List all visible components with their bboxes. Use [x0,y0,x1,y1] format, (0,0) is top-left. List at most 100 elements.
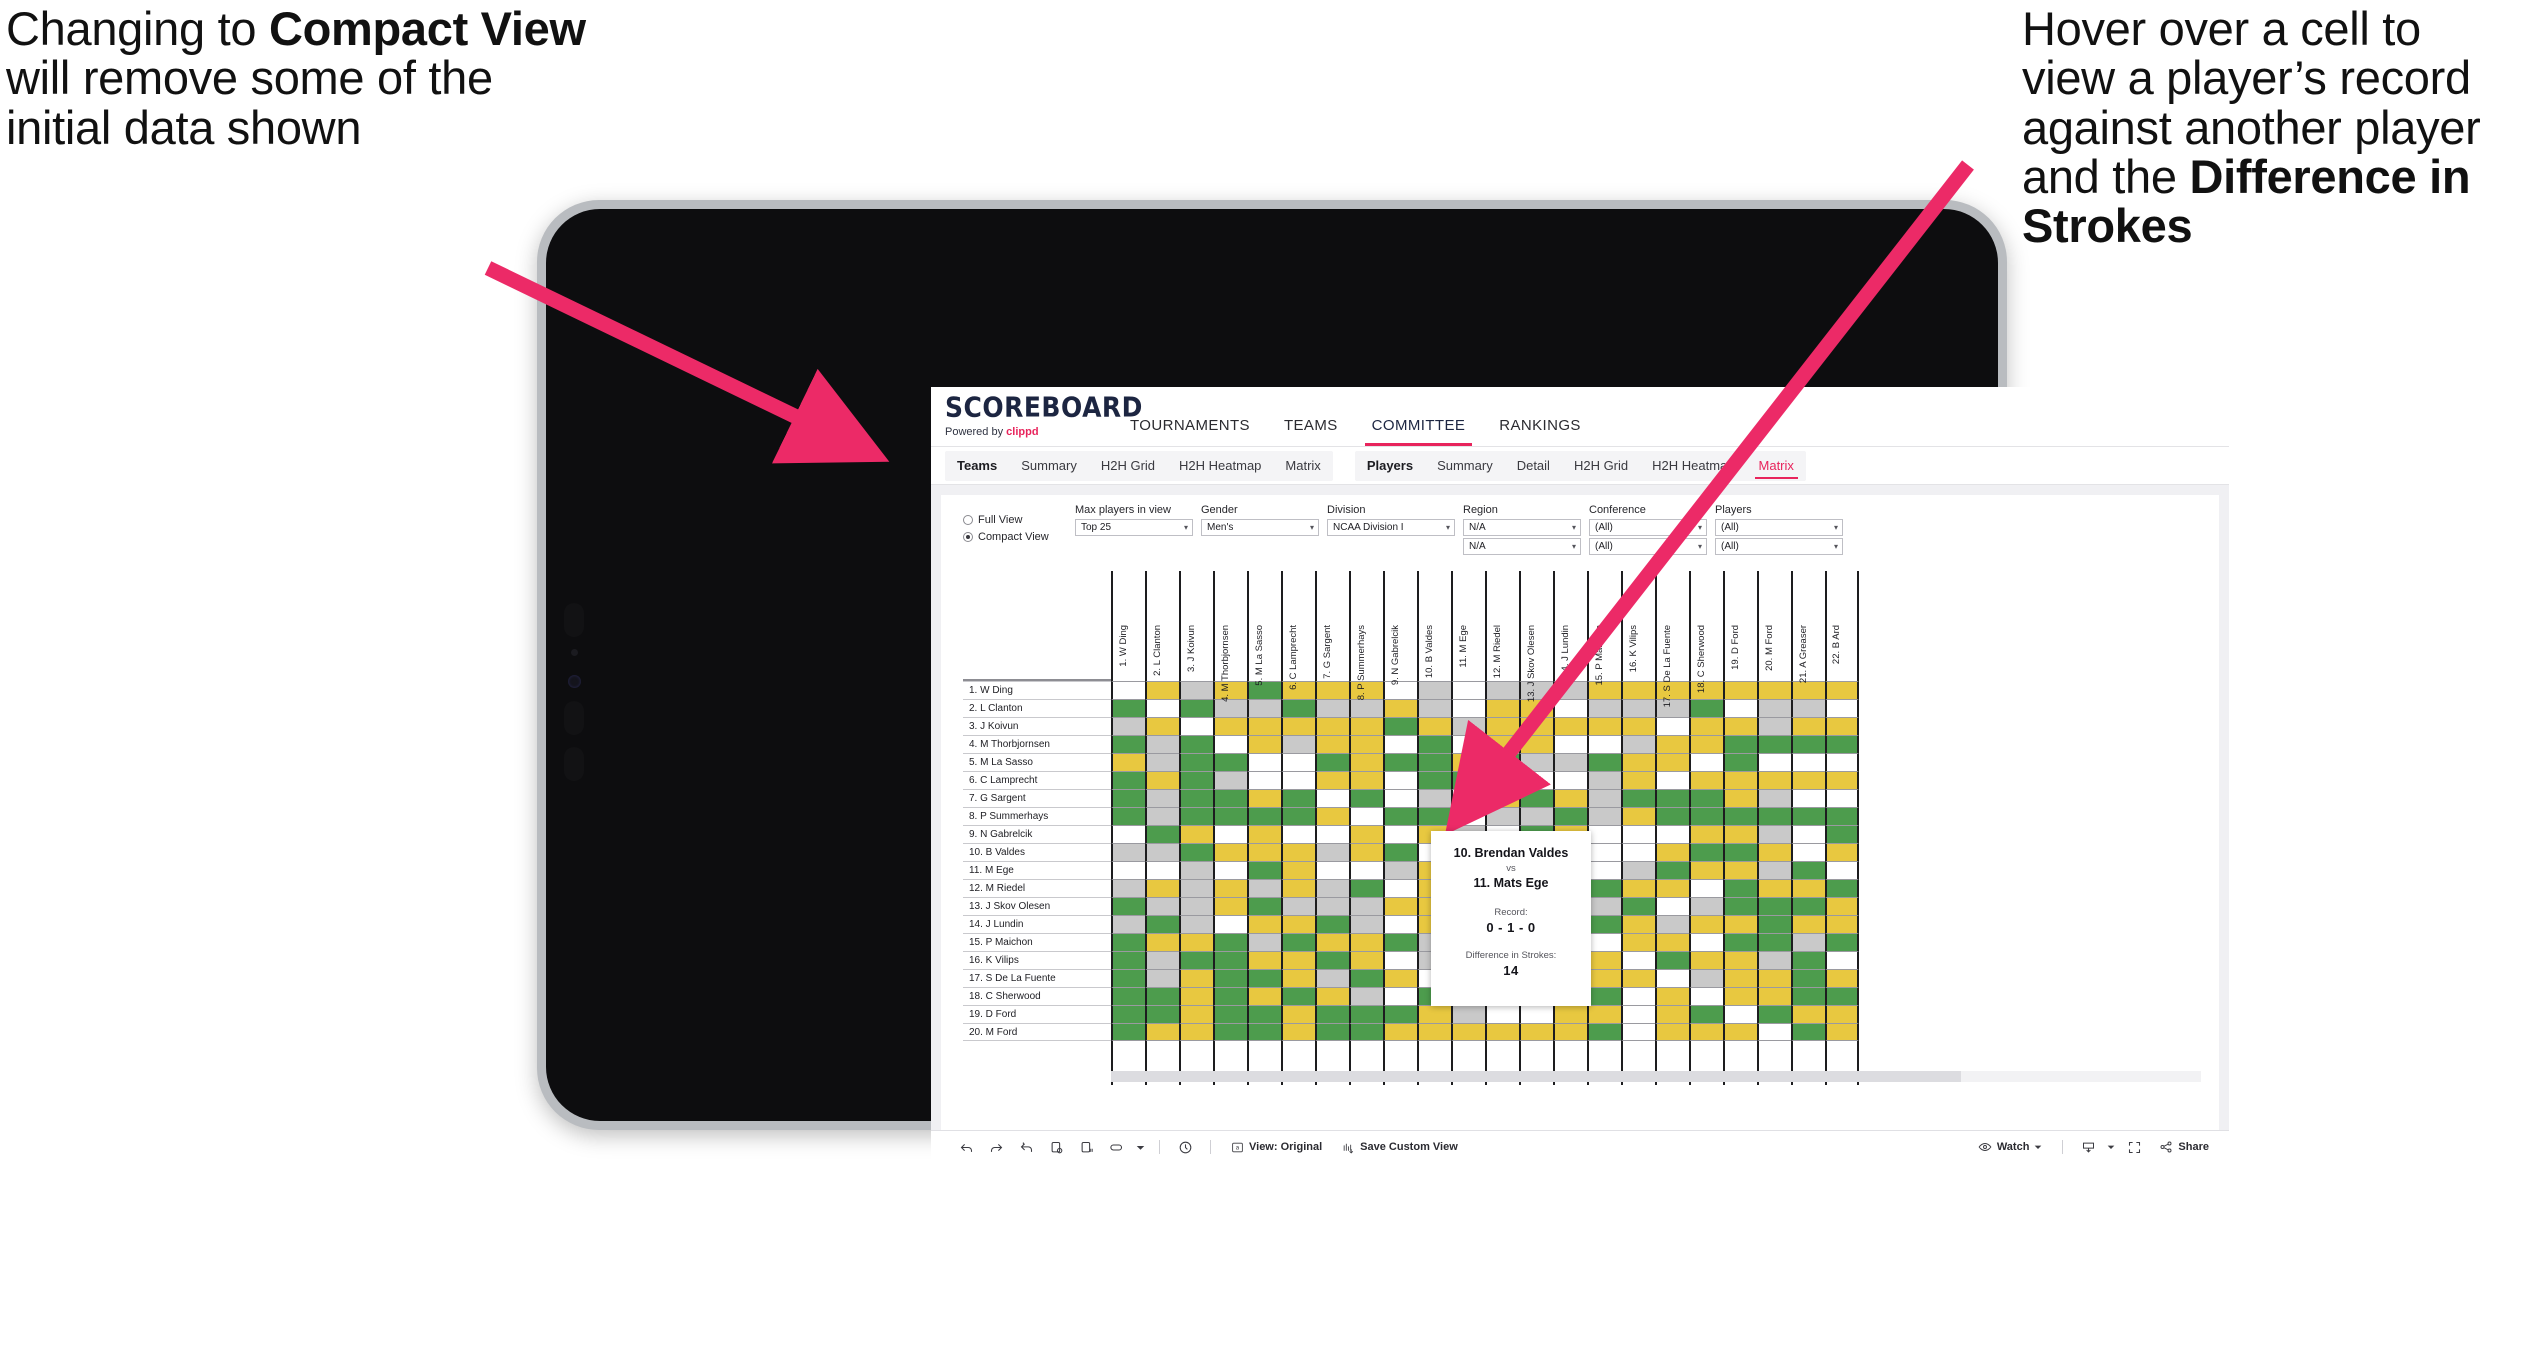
horizontal-scrollbar-thumb[interactable] [1111,1071,1962,1082]
matrix-cell[interactable] [1723,807,1757,825]
matrix-cell[interactable] [1281,951,1315,969]
matrix-row-label[interactable]: 17. S De La Fuente [963,969,1111,987]
matrix-cell[interactable] [1179,753,1213,771]
matrix-cell[interactable] [1179,1005,1213,1023]
matrix-cell[interactable] [1825,969,1859,987]
matrix-cell[interactable] [1791,861,1825,879]
matrix-row-label[interactable]: 14. J Lundin [963,915,1111,933]
matrix-cell[interactable] [1757,771,1791,789]
matrix-cell[interactable] [1485,1023,1519,1041]
matrix-cell[interactable] [1587,843,1621,861]
matrix-column-header[interactable]: 3. J Koivun [1179,571,1213,681]
matrix-cell[interactable] [1417,735,1451,753]
filter-players-select-2[interactable]: (All) ▾ [1715,538,1843,555]
matrix-cell[interactable] [1825,735,1859,753]
matrix-cell[interactable] [1655,861,1689,879]
matrix-cell[interactable] [1689,915,1723,933]
matrix-column-header[interactable]: 4. M Thorbjornsen [1213,571,1247,702]
filter-region-select[interactable]: N/A ▾ [1463,519,1581,536]
matrix-cell[interactable] [1247,1023,1281,1041]
matrix-cell[interactable] [1383,915,1417,933]
matrix-cell[interactable] [1247,933,1281,951]
matrix-cell[interactable] [1213,753,1247,771]
matrix-column-header[interactable]: 16. K Vilips [1621,571,1655,681]
matrix-cell[interactable] [1349,807,1383,825]
matrix-cell[interactable] [1213,789,1247,807]
matrix-cell[interactable] [1281,771,1315,789]
matrix-cell[interactable] [1111,897,1145,915]
matrix-cell[interactable] [1825,771,1859,789]
matrix-cell[interactable] [1111,753,1145,771]
matrix-cell[interactable] [1655,825,1689,843]
subnav-teams-h2h-grid[interactable]: H2H Grid [1089,458,1167,473]
matrix-cell[interactable] [1825,843,1859,861]
matrix-cell[interactable] [1825,915,1859,933]
nav-rankings[interactable]: RANKINGS [1482,417,1598,446]
matrix-cell[interactable] [1791,771,1825,789]
matrix-cell[interactable] [1825,861,1859,879]
matrix-cell[interactable] [1757,933,1791,951]
matrix-cell[interactable] [1179,1023,1213,1041]
matrix-cell[interactable] [1213,1023,1247,1041]
matrix-cell[interactable] [1689,771,1723,789]
matrix-column-header[interactable]: 10. B Valdes [1417,571,1451,681]
matrix-cell[interactable] [1553,1005,1587,1023]
matrix-cell[interactable] [1587,987,1621,1005]
matrix-cell[interactable] [1689,1005,1723,1023]
matrix-cell[interactable] [1553,771,1587,789]
matrix-column-header[interactable]: 2. L Clanton [1145,571,1179,681]
matrix-cell[interactable] [1723,879,1757,897]
nav-committee[interactable]: COMMITTEE [1355,417,1483,446]
matrix-cell[interactable] [1757,987,1791,1005]
matrix-cell[interactable] [1417,1005,1451,1023]
subnav-teams-matrix[interactable]: Matrix [1273,458,1332,473]
matrix-cell[interactable] [1145,897,1179,915]
matrix-cell[interactable] [1315,933,1349,951]
matrix-cell[interactable] [1349,879,1383,897]
matrix-cell[interactable] [1349,789,1383,807]
matrix-cell[interactable] [1723,735,1757,753]
matrix-cell[interactable] [1587,933,1621,951]
view-original-button[interactable]: a View: Original [1221,1141,1332,1154]
matrix-cell[interactable] [1451,807,1485,825]
matrix-cell[interactable] [1655,1023,1689,1041]
matrix-cell[interactable] [1179,825,1213,843]
matrix-cell[interactable] [1689,897,1723,915]
matrix-cell[interactable] [1825,987,1859,1005]
matrix-cell[interactable] [1723,843,1757,861]
matrix-cell[interactable] [1587,825,1621,843]
highlight-icon[interactable] [1101,1131,1131,1163]
matrix-cell[interactable] [1315,951,1349,969]
filter-players-select[interactable]: (All) ▾ [1715,519,1843,536]
matrix-cell[interactable] [1247,825,1281,843]
save-custom-view-button[interactable]: Save Custom View [1332,1141,1468,1154]
matrix-row-label[interactable]: 4. M Thorbjornsen [963,735,1111,753]
matrix-cell[interactable] [1349,843,1383,861]
matrix-cell[interactable] [1621,1023,1655,1041]
matrix-row-label[interactable]: 10. B Valdes [963,843,1111,861]
matrix-cell[interactable] [1315,897,1349,915]
matrix-cell[interactable] [1383,843,1417,861]
matrix-cell[interactable] [1383,987,1417,1005]
matrix-cell[interactable] [1689,861,1723,879]
matrix-cell[interactable] [1519,753,1553,771]
matrix-cell[interactable] [1723,861,1757,879]
matrix-cell[interactable] [1485,771,1519,789]
matrix-cell[interactable] [1281,789,1315,807]
matrix-cell[interactable] [1145,969,1179,987]
matrix-cell[interactable] [1485,789,1519,807]
matrix-cell[interactable] [1315,969,1349,987]
matrix-cell[interactable] [1179,735,1213,753]
matrix-cell[interactable] [1213,933,1247,951]
matrix-cell[interactable] [1383,933,1417,951]
matrix-cell[interactable] [1145,843,1179,861]
matrix-cell[interactable] [1621,897,1655,915]
subnav-players-h2h-grid[interactable]: H2H Grid [1562,458,1640,473]
matrix-cell[interactable] [1383,897,1417,915]
matrix-cell[interactable] [1723,915,1757,933]
matrix-cell[interactable] [1315,771,1349,789]
matrix-cell[interactable] [1655,969,1689,987]
matrix-cell[interactable] [1417,753,1451,771]
filter-max-players-select[interactable]: Top 25 ▾ [1075,519,1193,536]
matrix-cell[interactable] [1757,1005,1791,1023]
